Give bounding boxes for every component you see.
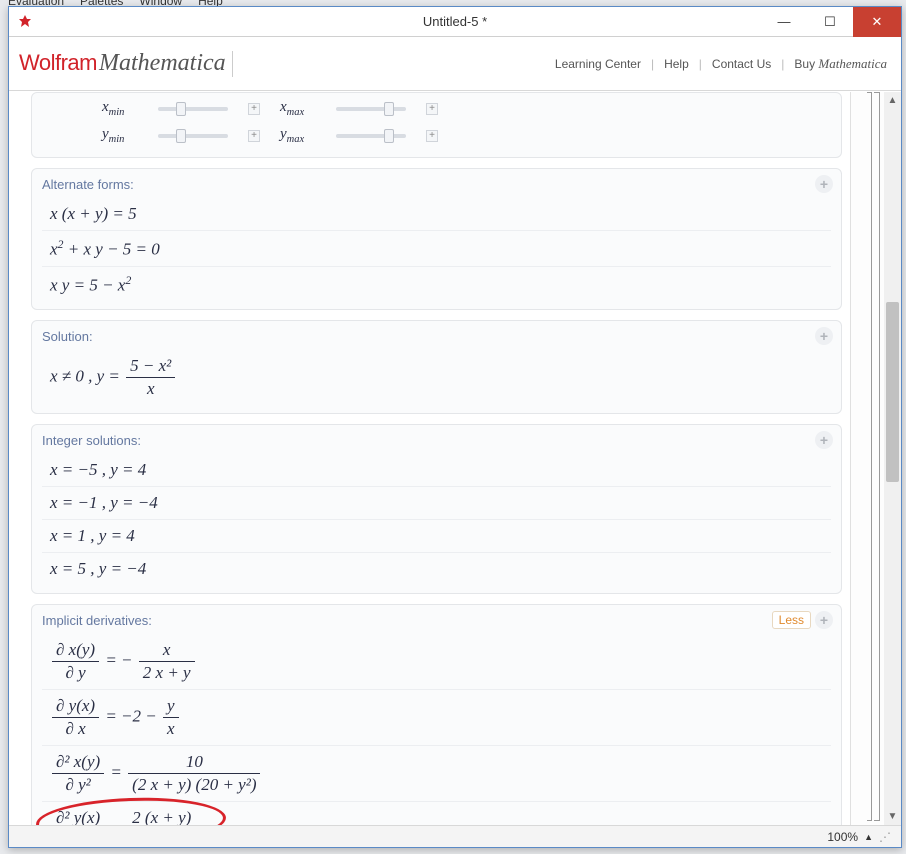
zoom-level[interactable]: 100% [827, 830, 858, 844]
brand-logo: Wolfram Mathematica [19, 50, 226, 77]
zoom-up-icon[interactable]: ▲ [864, 832, 873, 842]
pod-alternate-forms: + Alternate forms: x (x + y) = 5 x2 + x … [31, 168, 842, 310]
titlebar[interactable]: Untitled-5 * — ☐ ✕ [9, 7, 901, 37]
result-row[interactable]: x ≠ 0 , y = 5 − x²x [42, 350, 831, 405]
slider-xmax[interactable] [336, 107, 406, 111]
pod-expand-icon[interactable]: + [815, 175, 833, 193]
slider-xmin[interactable] [158, 107, 228, 111]
slider-label-xmin: xmin [102, 99, 138, 118]
result-row[interactable]: ∂² y(x)∂ x² = 2 (x + y)x² [42, 802, 831, 825]
result-row[interactable]: ∂² x(y)∂ y² = 10(2 x + y) (20 + y²) [42, 746, 831, 802]
scroll-down-icon[interactable]: ▼ [884, 808, 901, 825]
pod-solution: + Solution: x ≠ 0 , y = 5 − x²x [31, 320, 842, 414]
slider-label-ymin: ymin [102, 126, 138, 145]
result-row[interactable]: ∂ y(x)∂ x = −2 − yx [42, 690, 831, 746]
brand-links: Learning Center | Help | Contact Us | Bu… [555, 56, 887, 72]
result-row[interactable]: x = −1 , y = −4 [42, 487, 831, 520]
pod-title: Integer solutions: [42, 433, 831, 448]
content-scroll[interactable]: xmin + xmax + ymin + ymax + + [9, 92, 850, 825]
pod-title: Implicit derivatives: [42, 613, 831, 628]
scroll-up-icon[interactable]: ▲ [884, 92, 901, 109]
slider-ymax[interactable] [336, 134, 406, 138]
pod-integer-solutions: + Integer solutions: x = −5 , y = 4 x = … [31, 424, 842, 594]
brand-separator [232, 51, 233, 77]
resize-grip-icon[interactable]: ⋰ [879, 830, 891, 844]
result-row[interactable]: x2 + x y − 5 = 0 [42, 231, 831, 267]
brand-mathematica: Mathematica [99, 50, 226, 77]
result-row[interactable]: x y = 5 − x2 [42, 267, 831, 302]
slider-label-ymax: ymax [280, 126, 316, 145]
pod-less-button[interactable]: Less [772, 611, 811, 629]
pod-title: Alternate forms: [42, 177, 831, 192]
slider-xmin-expand-icon[interactable]: + [248, 103, 260, 115]
result-row[interactable]: x = 1 , y = 4 [42, 520, 831, 553]
slider-ymin-expand-icon[interactable]: + [248, 130, 260, 142]
link-learning-center[interactable]: Learning Center [555, 57, 641, 71]
scrollbar-thumb[interactable] [886, 302, 899, 482]
pod-plot-controls: xmin + xmax + ymin + ymax + [31, 92, 842, 158]
app-icon [17, 14, 33, 30]
close-button[interactable]: ✕ [853, 7, 901, 37]
cell-brackets[interactable] [850, 92, 884, 825]
slider-xmax-expand-icon[interactable]: + [426, 103, 438, 115]
pod-title: Solution: [42, 329, 831, 344]
link-help[interactable]: Help [664, 57, 689, 71]
notebook-area: xmin + xmax + ymin + ymax + + [9, 92, 901, 825]
app-window: Untitled-5 * — ☐ ✕ Wolfram Mathematica L… [8, 6, 902, 848]
slider-label-xmax: xmax [280, 99, 316, 118]
result-row[interactable]: ∂ x(y)∂ y = − x2 x + y [42, 634, 831, 690]
minimize-button[interactable]: — [761, 7, 807, 37]
vertical-scrollbar[interactable]: ▲ ▼ [884, 92, 901, 825]
slider-ymin[interactable] [158, 134, 228, 138]
brand-bar: Wolfram Mathematica Learning Center | He… [9, 37, 901, 91]
link-contact[interactable]: Contact Us [712, 57, 771, 71]
slider-ymax-expand-icon[interactable]: + [426, 130, 438, 142]
brand-wolfram: Wolfram [19, 50, 97, 76]
result-row[interactable]: x (x + y) = 5 [42, 198, 831, 231]
maximize-button[interactable]: ☐ [807, 7, 853, 37]
result-row[interactable]: x = 5 , y = −4 [42, 553, 831, 585]
result-row[interactable]: x = −5 , y = 4 [42, 454, 831, 487]
link-buy[interactable]: Buy Mathematica [794, 56, 887, 72]
pod-implicit-derivatives: Less + Implicit derivatives: ∂ x(y)∂ y =… [31, 604, 842, 825]
status-bar: 100% ▲ ⋰ [9, 825, 901, 847]
